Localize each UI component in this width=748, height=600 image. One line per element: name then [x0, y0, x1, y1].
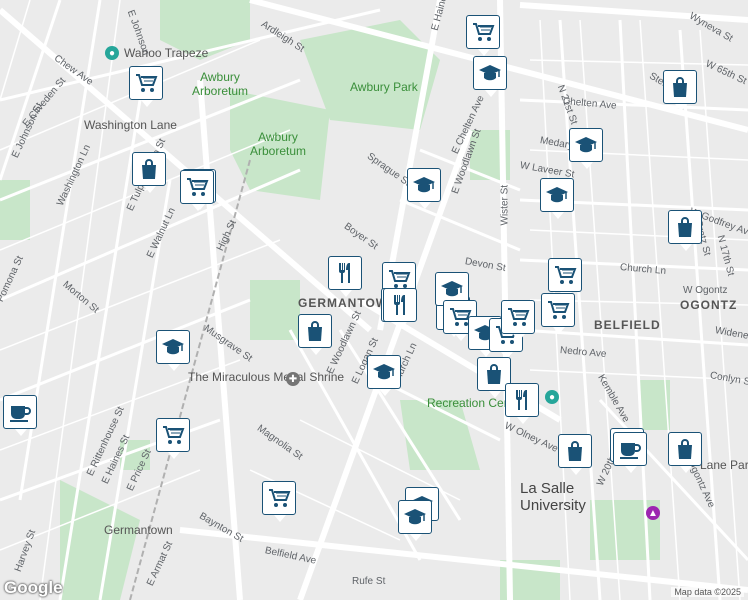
store-icon[interactable] [501, 300, 535, 341]
school-icon[interactable] [407, 168, 441, 209]
coffee-icon[interactable] [613, 432, 647, 473]
school-icon[interactable] [367, 355, 401, 396]
school-icon[interactable] [398, 500, 432, 541]
bag-icon[interactable] [132, 152, 166, 193]
store-icon[interactable] [180, 170, 214, 211]
recreation-marker[interactable]: ● [545, 390, 559, 404]
la-salle-marker[interactable]: ▲ [646, 506, 660, 520]
store-icon[interactable] [541, 293, 575, 334]
awbury-arboretum-label: Awbury Arboretum [191, 70, 249, 98]
wahoo-marker[interactable]: ● [105, 46, 119, 60]
school-icon[interactable] [540, 178, 574, 219]
street-label: Rufe St [352, 576, 386, 587]
store-icon[interactable] [262, 481, 296, 522]
wahoo-label: Wahoo Trapeze [124, 46, 209, 60]
bag-icon[interactable] [558, 434, 592, 475]
attribution: Map data ©2025 [671, 587, 744, 597]
awbury-park-label: Awbury Park [350, 80, 418, 94]
coffee-icon[interactable] [3, 395, 37, 436]
school-icon[interactable] [569, 128, 603, 169]
bag-icon[interactable] [663, 70, 697, 111]
google-logo: Google [4, 578, 63, 597]
bag-icon[interactable] [668, 432, 702, 473]
la-salle-label: La Salle University [520, 480, 586, 514]
store-icon[interactable] [548, 258, 582, 299]
awbury-arboretum-label-2: Awbury Arboretum [249, 130, 307, 158]
store-icon[interactable] [156, 418, 190, 459]
lane-park-label: Lane Park [700, 458, 748, 472]
restaurant-icon[interactable] [505, 383, 539, 424]
bag-icon[interactable] [668, 210, 702, 251]
store-icon[interactable] [129, 66, 163, 107]
restaurant-icon[interactable] [328, 256, 362, 297]
store-icon[interactable] [466, 15, 500, 56]
bag-icon[interactable] [298, 314, 332, 355]
street-label: W Ogontz [683, 285, 728, 296]
shrine-label: The Miraculous Medal Shrine [188, 370, 345, 384]
belfield-label: BELFIELD [594, 318, 661, 332]
restaurant-icon[interactable] [383, 288, 417, 329]
street-label: Wister St [499, 184, 511, 226]
ogontz-label: OGONTZ [680, 298, 738, 312]
washington-lane-label: Washington Lane [84, 118, 177, 132]
shrine-marker[interactable]: ✚ [286, 372, 300, 386]
germantown-station-label: Germantown [104, 523, 173, 537]
school-icon[interactable] [473, 56, 507, 97]
school-icon[interactable] [156, 330, 190, 371]
